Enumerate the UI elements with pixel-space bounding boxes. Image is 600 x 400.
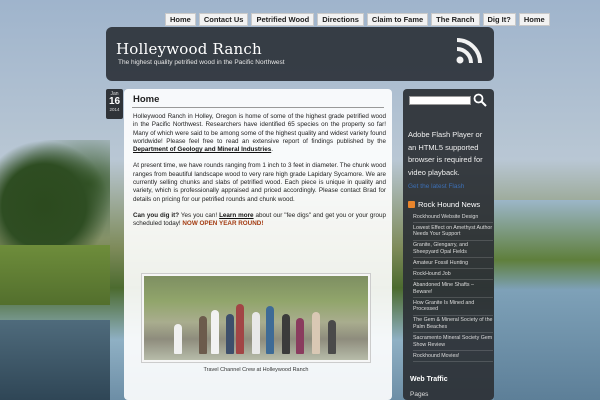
nav-home[interactable]: Home xyxy=(165,13,196,26)
rock-hound-news-label[interactable]: Rock Hound News xyxy=(418,200,480,209)
background-water xyxy=(0,320,110,400)
title-divider xyxy=(132,107,384,108)
news-item[interactable]: Rockhound Movies! xyxy=(413,351,493,362)
news-item[interactable]: How Granite Is Mined and Processed xyxy=(413,298,493,316)
photo-person xyxy=(282,314,290,354)
dogami-link[interactable]: Department of Geology and Mineral Indust… xyxy=(133,146,271,153)
news-item[interactable]: Granite, Glengarry, and Sheepyard Opal F… xyxy=(413,241,493,259)
news-item[interactable]: Amateur Fossil Hunting xyxy=(413,258,493,270)
site-tagline: The highest quality petrified wood in th… xyxy=(118,59,285,66)
intro-text: Holleywood Ranch in Holley, Oregon is ho… xyxy=(133,113,386,145)
nav-petrified-wood[interactable]: Petrified Wood xyxy=(251,13,315,26)
nav-the-ranch[interactable]: The Ranch xyxy=(431,13,480,26)
site-title[interactable]: Holleywood Ranch xyxy=(116,40,262,58)
crew-photo-frame xyxy=(141,273,371,363)
photo-person xyxy=(328,320,336,354)
search-input[interactable] xyxy=(409,96,471,105)
site-header: Holleywood Ranch The highest quality pet… xyxy=(106,27,494,81)
page-title: Home xyxy=(133,94,160,105)
photo-person xyxy=(296,318,304,354)
nav-home-2[interactable]: Home xyxy=(518,13,550,26)
news-list: Rockhound Website Design Lowest Effect o… xyxy=(413,212,493,362)
news-item[interactable]: Lowest Effect on Amethyst Author Needs Y… xyxy=(413,223,493,241)
post-date-badge: Jan 16 2014 xyxy=(106,89,123,119)
background-field xyxy=(0,245,110,305)
flash-required-message: Adobe Flash Player or an HTML5 supported… xyxy=(408,130,483,177)
post-date-year: 2014 xyxy=(109,107,120,112)
nav-contact-us[interactable]: Contact Us xyxy=(198,13,249,26)
photo-person xyxy=(199,316,207,354)
photo-person xyxy=(312,312,320,354)
paragraph-dig: Can you dig it? Yes you can! Learn more … xyxy=(133,212,386,229)
dig-text-a: Yes you can! xyxy=(179,211,220,219)
news-item[interactable]: Abandoned Mine Shafts – Beware! xyxy=(413,280,493,299)
rss-feed-icon xyxy=(408,201,415,208)
photo-caption: Travel Channel Crew at Holleywood Ranch xyxy=(203,367,309,373)
photo-person xyxy=(252,312,260,354)
photo-person xyxy=(236,304,244,354)
background-trees xyxy=(0,140,110,250)
pages-heading: Pages xyxy=(410,391,429,398)
sidebar: Adobe Flash Player or an HTML5 supported… xyxy=(403,89,494,400)
post-date-day: 16 xyxy=(108,96,121,107)
photo-person xyxy=(211,310,219,354)
get-flash-link[interactable]: Get the latest Flash xyxy=(408,183,464,190)
news-item[interactable]: Rockhound Website Design xyxy=(413,212,493,224)
search-icon[interactable] xyxy=(473,93,487,107)
background-landscape-right xyxy=(494,200,600,400)
nav-dig-it[interactable]: Dig It? xyxy=(482,13,516,26)
news-item[interactable]: RockHound Job xyxy=(413,269,493,281)
intro-end: . xyxy=(271,146,273,154)
nav-directions[interactable]: Directions xyxy=(317,13,364,26)
web-traffic-heading: Web Traffic xyxy=(410,376,448,383)
top-navigation: Home Contact Us Petrified Wood Direction… xyxy=(165,13,550,26)
photo-person xyxy=(266,306,274,354)
main-content: Home Holleywood Ranch in Holley, Oregon … xyxy=(124,89,392,400)
news-item[interactable]: The Gem & Mineral Society of the Palm Be… xyxy=(413,316,493,334)
news-item[interactable]: Sacramento Mineral Society Gem Show Revi… xyxy=(413,333,493,351)
photo-person xyxy=(226,314,234,354)
post-body: Holleywood Ranch in Holley, Oregon is ho… xyxy=(133,113,386,237)
learn-more-link[interactable]: Learn more xyxy=(219,212,254,219)
photo-person xyxy=(174,324,182,354)
dig-question: Can you dig it? xyxy=(133,211,180,219)
crew-photo[interactable] xyxy=(144,276,368,360)
paragraph-inventory: At present time, we have rounds ranging … xyxy=(133,162,386,203)
rss-icon[interactable] xyxy=(454,36,484,66)
open-year-round-notice: NOW OPEN YEAR ROUND! xyxy=(182,220,264,228)
rock-hound-news-title: Rock Hound News xyxy=(408,200,480,209)
paragraph-intro: Holleywood Ranch in Holley, Oregon is ho… xyxy=(133,113,386,154)
nav-claim-to-fame[interactable]: Claim to Fame xyxy=(366,13,429,26)
